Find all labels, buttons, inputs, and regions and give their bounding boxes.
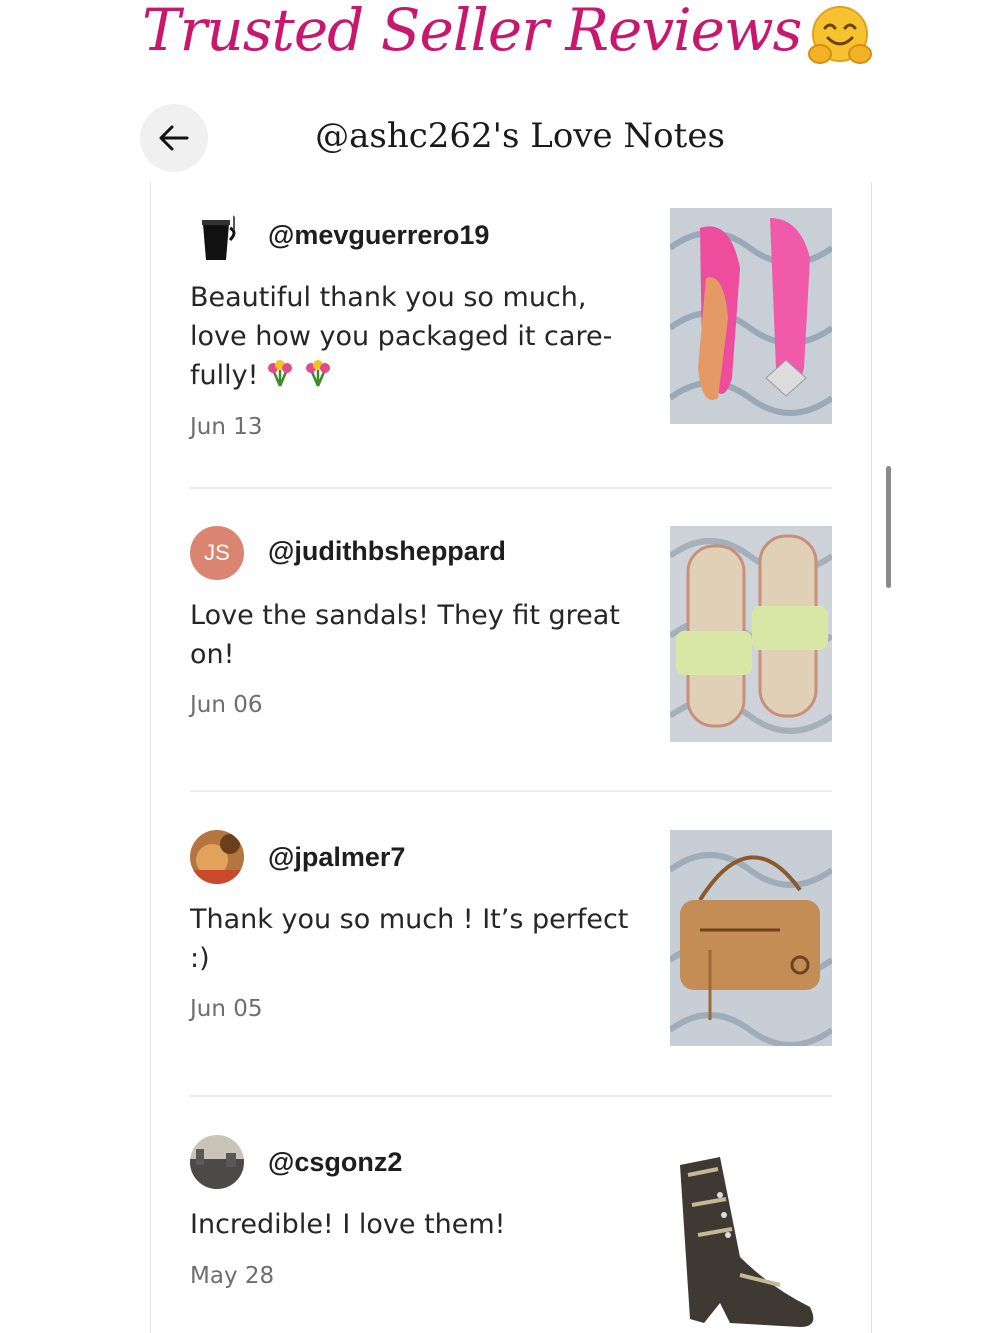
yellow-slide-sandals-image [670,526,832,742]
review-username[interactable]: @judithbsheppard [268,536,506,567]
review-date: Jun 05 [190,996,263,1022]
hugging-face-emoji-icon [808,6,872,64]
snakeskin-ankle-boot-image [670,1135,832,1333]
review-text: Thank you so much ! It’s perfect :) [190,904,629,974]
review-username[interactable]: @csgonz2 [268,1147,402,1178]
cityscape-icon [190,1135,244,1189]
review-username[interactable]: @mevguerrero19 [268,220,489,251]
avatar[interactable]: JS [190,526,244,580]
review-item: @jpalmer7 Thank you so much ! It’s perfe… [190,830,832,1050]
review-date: Jun 06 [190,692,263,718]
product-thumbnail[interactable] [670,208,832,424]
tan-leather-crossbody-bag-image [670,830,832,1046]
headline-title: Trusted Seller Reviews [142,0,802,64]
tulip-bouquet-emoji-icon [306,360,331,387]
divider [190,790,832,792]
profile-photo-icon [190,830,244,884]
avatar[interactable] [190,830,244,884]
headline-banner: Trusted Seller Reviews [0,0,1000,90]
product-thumbnail[interactable] [670,1135,832,1333]
review-date: May 28 [190,1263,275,1289]
review-item: @csgonz2 Incredible! I love them! May 28 [190,1135,832,1333]
review-text: Love the sandals! They fit great on! [190,600,620,670]
divider [190,487,832,489]
review-text: Incredible! I love them! [190,1209,506,1240]
avatar[interactable] [190,210,244,264]
product-thumbnail[interactable] [670,526,832,742]
review-text-content: Beautiful thank you so much, love how yo… [190,282,613,391]
scrollbar[interactable] [886,466,891,588]
product-thumbnail[interactable] [670,830,832,1046]
page-title: @ashc262's Love Notes [315,116,725,156]
tulip-bouquet-emoji-icon [268,360,293,387]
top-bar: @ashc262's Love Notes [124,104,896,182]
coffee-cup-icon [202,214,236,260]
review-item: @mevguerrero19 Beautiful thank you so mu… [190,208,832,440]
pink-slingback-heels-image [670,208,832,424]
review-text: Beautiful thank you so much, love how yo… [190,278,638,395]
divider [190,1095,832,1097]
avatar[interactable] [190,1135,244,1189]
review-username[interactable]: @jpalmer7 [268,842,405,873]
review-date: Jun 13 [190,414,263,440]
review-item: JS @judithbsheppard Love the sandals! Th… [190,526,832,746]
